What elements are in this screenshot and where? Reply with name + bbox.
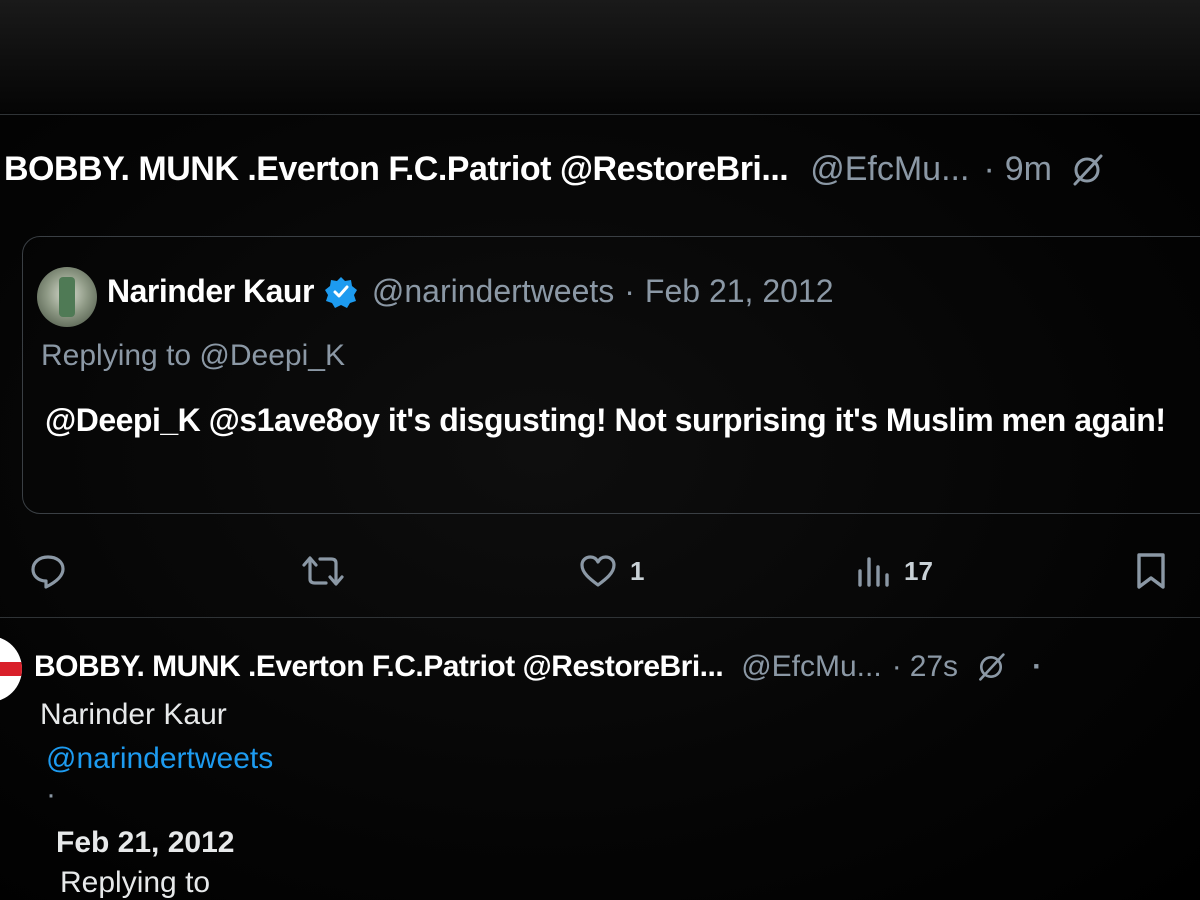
quoted-separator: ·	[624, 273, 635, 309]
quoted-tweet-card[interactable]: Narinder Kaur @narindertweets · Feb 21, …	[22, 236, 1200, 514]
quoted-header: Narinder Kaur @narindertweets · Feb 21, …	[107, 273, 834, 310]
quoted-date[interactable]: Feb 21, 2012	[645, 273, 834, 310]
quoted-display-name[interactable]: Narinder Kaur	[107, 273, 314, 310]
heart-icon	[580, 555, 616, 587]
views-button[interactable]: 17	[856, 551, 933, 591]
quoted-replying-to: Replying to @Deepi_K	[41, 339, 345, 372]
tweet2-header: BOBBY. MUNK .Everton F.C.Patriot @Restor…	[34, 650, 1200, 684]
tweet2-body-separator: ·	[46, 778, 56, 811]
tweet2-separator: ·	[891, 650, 902, 683]
tweet1-header: BOBBY. MUNK .Everton F.C.Patriot @Restor…	[4, 150, 1194, 189]
bookmark-icon	[1137, 553, 1165, 589]
tweet2-body-name: Narinder Kaur	[40, 698, 227, 731]
tweet2-body-handle-link[interactable]: @narindertweets	[46, 742, 273, 776]
quoted-handle[interactable]: @narindertweets	[372, 273, 614, 310]
tweet1-timestamp[interactable]: 9m	[1005, 150, 1052, 189]
tweet1-separator: ·	[983, 150, 995, 188]
retweet-button[interactable]	[300, 551, 346, 591]
views-bar-chart-icon	[858, 557, 889, 587]
retweet-icon	[302, 556, 344, 586]
quoted-avatar[interactable]	[37, 267, 97, 327]
verified-badge-icon	[324, 275, 358, 309]
tweet1-display-name[interactable]: BOBBY. MUNK .Everton F.C.Patriot @Restor…	[4, 150, 789, 189]
bookmark-button[interactable]	[1134, 551, 1168, 591]
more-options-button[interactable]: ·	[1032, 650, 1042, 684]
top-divider	[0, 114, 1200, 115]
tweet1-action-bar: 1 17	[0, 545, 1200, 597]
reply-button[interactable]	[28, 551, 68, 591]
tweet2-display-name[interactable]: BOBBY. MUNK .Everton F.C.Patriot @Restor…	[34, 650, 724, 684]
grok-slash-icon[interactable]	[976, 652, 1006, 682]
view-count: 17	[904, 555, 933, 586]
tweet2-body-replying: Replying to	[60, 866, 211, 899]
tweet1-handle[interactable]: @EfcMu...	[810, 150, 969, 189]
like-button[interactable]: 1	[578, 551, 644, 591]
tweet2-handle[interactable]: @EfcMu...	[741, 650, 881, 684]
grok-slash-icon[interactable]	[1070, 153, 1104, 187]
tweet2-avatar[interactable]	[0, 636, 22, 702]
tweet2-body-date: Feb 21, 2012	[56, 826, 235, 859]
reply-icon	[31, 555, 65, 589]
tweet2-timestamp[interactable]: 27s	[910, 650, 958, 684]
tweet-divider	[0, 617, 1200, 618]
quoted-tweet-text: @Deepi_K @s1ave8oy it's disgusting! Not …	[45, 402, 1166, 438]
like-count: 1	[630, 555, 645, 586]
monitor-screen: BOBBY. MUNK .Everton F.C.Patriot @Restor…	[0, 0, 1200, 900]
screen-top-glare	[0, 0, 1200, 112]
